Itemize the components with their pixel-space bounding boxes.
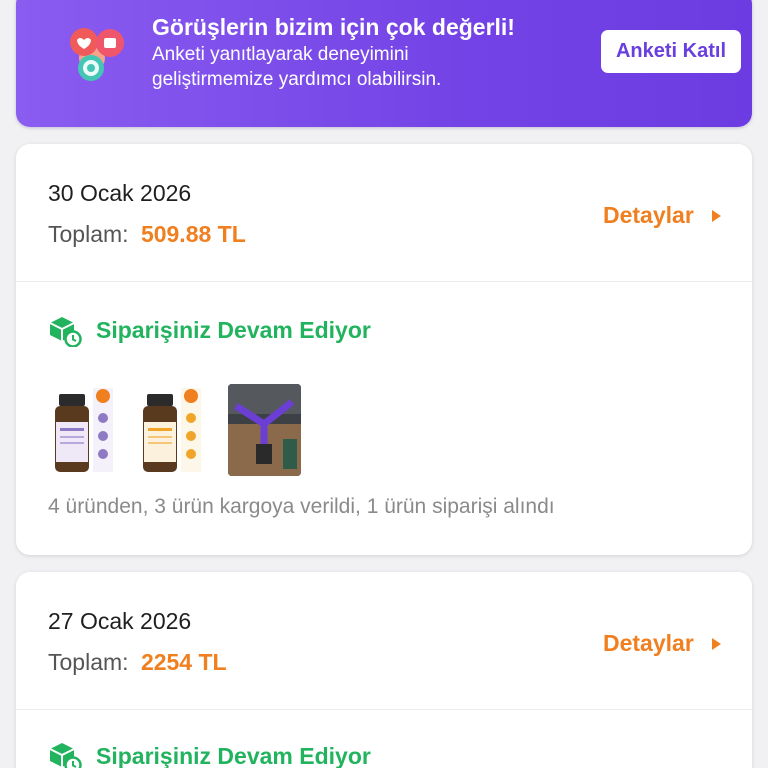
chevron-right-icon <box>711 637 721 650</box>
survey-banner: Görüşlerin bizim için çok değerli! Anket… <box>16 0 752 127</box>
banner-subtitle: Anketi yanıtlayarak deneyimini geliştirm… <box>152 44 442 90</box>
join-survey-button[interactable]: Anketi Katıl <box>601 30 741 73</box>
product-thumbnail-photo[interactable] <box>228 384 301 476</box>
order-date: 27 Ocak 2026 <box>48 608 192 634</box>
order-date: 30 Ocak 2026 <box>48 180 192 206</box>
order-card: 27 Ocak 2026 Toplam: 2254 TL Detaylar Si… <box>16 572 752 768</box>
package-clock-icon <box>49 317 82 347</box>
order-total: Toplam: 2254 TL <box>48 649 227 676</box>
order-total-label: Toplam: <box>48 221 129 247</box>
order-status-text: Siparişiniz Devam Ediyor <box>96 742 371 768</box>
order-products <box>52 384 301 476</box>
order-summary: 4 üründen, 3 ürün kargoya verildi, 1 ürü… <box>48 495 555 518</box>
order-header: 27 Ocak 2026 Toplam: 2254 TL Detaylar <box>16 572 752 710</box>
feedback-bubbles-icon <box>70 28 124 81</box>
chevron-right-icon <box>711 209 721 222</box>
order-total: Toplam: 509.88 TL <box>48 221 246 248</box>
order-total-label: Toplam: <box>48 649 129 675</box>
order-details-label: Detaylar <box>603 630 694 656</box>
banner-title: Görüşlerin bizim için çok değerli! <box>152 14 515 40</box>
order-status: Siparişiniz Devam Ediyor <box>48 313 371 347</box>
order-total-amount: 509.88 TL <box>140 221 246 247</box>
package-clock-icon <box>49 743 82 768</box>
order-header: 30 Ocak 2026 Toplam: 509.88 TL Detaylar <box>16 144 752 282</box>
order-details-link[interactable]: Detaylar <box>603 202 721 229</box>
order-card: 30 Ocak 2026 Toplam: 509.88 TL Detaylar … <box>16 144 752 555</box>
order-status-text: Siparişiniz Devam Ediyor <box>96 316 371 343</box>
order-details-label: Detaylar <box>603 202 694 228</box>
product-thumbnail-orange-oil[interactable] <box>140 384 213 476</box>
order-details-link[interactable]: Detaylar <box>603 630 721 657</box>
order-total-amount: 2254 TL <box>140 649 227 675</box>
order-status: Siparişiniz Devam Ediyor <box>48 739 371 768</box>
product-thumbnail-lavender-oil[interactable] <box>52 384 125 476</box>
